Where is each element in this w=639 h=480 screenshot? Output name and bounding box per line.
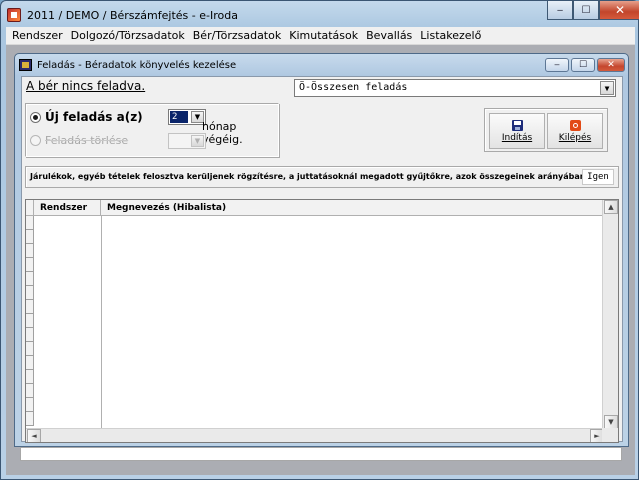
grid-header: Rendszer Megnevezés (Hibalista) (26, 200, 604, 216)
floppy-disk-icon (511, 119, 523, 131)
allocation-info-bar: Járulékok, egyéb tételek felosztva kerül… (25, 166, 619, 188)
exit-button-label: Kilépés (558, 132, 592, 143)
status-bar (20, 447, 622, 461)
menu-listakezelo[interactable]: Listakezelő (417, 29, 486, 42)
grid-corner-cell (26, 200, 34, 216)
posting-status-notice: A bér nincs feladva. (26, 79, 146, 93)
mdi-client-area: Feladás - Béradatok könyvelés kezelése ‒… (6, 45, 635, 475)
row-selector[interactable] (26, 244, 34, 258)
start-button-label: Indítás (501, 132, 533, 143)
app-window: 2011 / DEMO / Bérszámfejtés - e-Iroda ‒ … (0, 0, 639, 480)
row-selector[interactable] (26, 328, 34, 342)
posting-mode-value: Ö-Összesen feladás (299, 82, 408, 93)
app-titlebar: 2011 / DEMO / Bérszámfejtés - e-Iroda (7, 7, 238, 23)
feladas-titlebar: Feladás - Béradatok könyvelés kezelése (19, 58, 236, 72)
month-value: 2 (170, 111, 188, 123)
feladas-title: Feladás - Béradatok könyvelés kezelése (37, 59, 237, 71)
new-posting-radio[interactable] (30, 111, 41, 123)
exit-icon (569, 119, 581, 131)
chevron-down-icon[interactable]: ▼ (600, 81, 614, 95)
delete-posting-radio (30, 135, 41, 146)
new-posting-label: Új feladás a(z) (45, 110, 143, 124)
error-list-grid[interactable]: Rendszer Megnevezés (Hibalista) ▲ ▼ ◄ ► (25, 199, 619, 443)
menu-dolgozo-torzsadatok[interactable]: Dolgozó/Törzsadatok (68, 29, 190, 42)
app-title: 2011 / DEMO / Bérszámfejtés - e-Iroda (27, 8, 238, 22)
exit-button[interactable]: Kilépés (547, 113, 603, 149)
start-button[interactable]: Indítás (489, 113, 545, 149)
row-selector[interactable] (26, 216, 34, 230)
posting-options-group: Új feladás a(z) 2 ▼ hónap végéig. Feladá… (25, 103, 279, 157)
inner-maximize-button[interactable]: ☐ (571, 58, 595, 72)
close-button[interactable]: ✕ (599, 1, 639, 20)
row-selector[interactable] (26, 412, 34, 426)
row-selector[interactable] (26, 286, 34, 300)
menubar: Rendszer Dolgozó/Törzsadatok Bér/Törzsad… (6, 27, 635, 45)
action-buttons-frame: Indítás Kilépés (484, 108, 608, 152)
menu-bevallas[interactable]: Bevallás (363, 29, 417, 42)
menu-ber-torzsadatok[interactable]: Bér/Törzsadatok (190, 29, 286, 42)
row-selector[interactable] (26, 314, 34, 328)
column-header-rendszer[interactable]: Rendszer (34, 200, 101, 216)
row-selector[interactable] (26, 300, 34, 314)
row-selector-column (26, 216, 34, 430)
inner-minimize-button[interactable]: ‒ (545, 58, 569, 72)
delete-posting-option: Feladás törlése (30, 134, 128, 147)
delete-posting-label: Feladás törlése (45, 134, 129, 147)
maximize-button[interactable]: ☐ (573, 1, 599, 20)
row-selector[interactable] (26, 272, 34, 286)
chevron-down-icon: ▼ (191, 135, 204, 147)
feladas-caption-buttons: ‒ ☐ ✕ (545, 58, 625, 72)
scroll-left-button[interactable]: ◄ (27, 429, 41, 442)
column-divider (101, 216, 102, 430)
scroll-down-button[interactable]: ▼ (604, 415, 618, 429)
allocation-info-text: Járulékok, egyéb tételek felosztva kerül… (30, 172, 586, 181)
menu-kimutatasok[interactable]: Kimutatások (286, 29, 363, 42)
row-selector[interactable] (26, 258, 34, 272)
row-selector[interactable] (26, 398, 34, 412)
feladas-panel: A bér nincs feladva. Ö-Összesen feladás … (21, 76, 623, 443)
delete-month-select: ▼ (168, 133, 206, 149)
feladas-window: Feladás - Béradatok könyvelés kezelése ‒… (14, 53, 629, 447)
menu-rendszer[interactable]: Rendszer (9, 29, 68, 42)
row-selector[interactable] (26, 370, 34, 384)
vertical-scrollbar[interactable]: ▲ ▼ (602, 200, 618, 429)
posting-mode-combo[interactable]: Ö-Összesen feladás ▼ (294, 79, 616, 97)
new-posting-option[interactable]: Új feladás a(z) (30, 110, 143, 124)
inner-close-button[interactable]: ✕ (597, 58, 625, 72)
film-icon (19, 59, 32, 71)
allocation-value-field[interactable]: Igen (582, 169, 614, 185)
scrollbar-corner (602, 428, 618, 442)
column-header-megnevezes[interactable]: Megnevezés (Hibalista) (101, 200, 604, 216)
row-selector[interactable] (26, 342, 34, 356)
month-select[interactable]: 2 ▼ (168, 109, 206, 125)
month-suffix-label: hónap végéig. (202, 120, 243, 146)
row-selector[interactable] (26, 384, 34, 398)
horizontal-scrollbar[interactable]: ◄ ► (26, 428, 618, 442)
row-selector[interactable] (26, 230, 34, 244)
minimize-button[interactable]: ‒ (547, 1, 573, 20)
row-selector[interactable] (26, 356, 34, 370)
app-icon (7, 8, 21, 22)
scroll-up-button[interactable]: ▲ (604, 200, 618, 214)
app-caption-buttons: ‒ ☐ ✕ (547, 1, 639, 20)
